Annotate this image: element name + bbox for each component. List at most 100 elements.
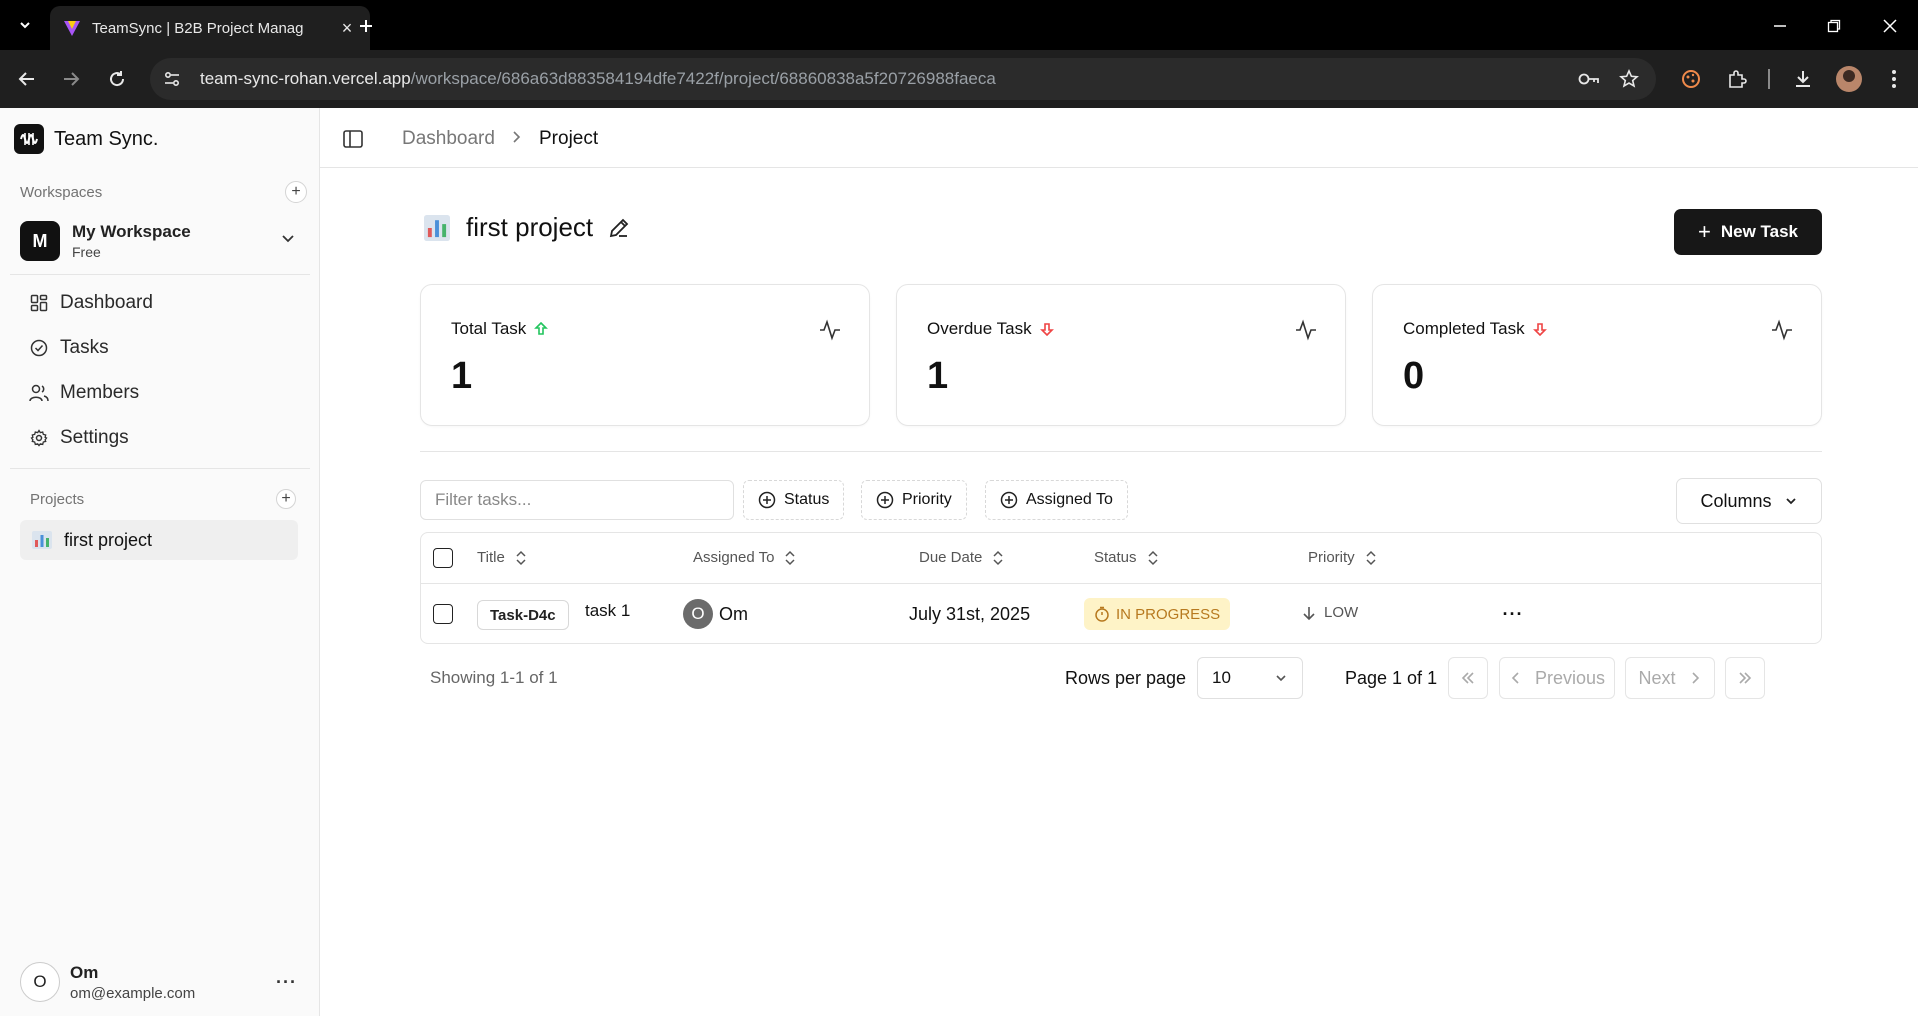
first-page-button[interactable] xyxy=(1448,657,1488,699)
sidebar-item-dashboard[interactable]: Dashboard xyxy=(28,285,308,321)
members-icon xyxy=(28,382,50,404)
stat-value: 1 xyxy=(927,355,949,397)
plus-circle-icon xyxy=(1000,491,1018,509)
more-horizontal-icon[interactable]: ··· xyxy=(276,972,297,993)
tasks-table: Title Assigned To Due Date Status Priori… xyxy=(420,532,1822,644)
browser-menu-icon[interactable] xyxy=(1879,64,1909,94)
restore-button[interactable] xyxy=(1820,12,1848,40)
table-row[interactable]: Task-D4c task 1 O Om July 31st, 2025 IN … xyxy=(421,584,1821,644)
column-header-status[interactable]: Status xyxy=(1094,549,1159,566)
user-email: om@example.com xyxy=(70,984,196,1002)
status-filter-button[interactable]: Status xyxy=(743,480,845,520)
password-key-icon[interactable] xyxy=(1572,62,1606,96)
assigned-to-filter-button[interactable]: Assigned To xyxy=(985,480,1128,520)
sidebar: Team Sync. Workspaces + M My Workspace F… xyxy=(0,108,320,1016)
priority-filter-button[interactable]: Priority xyxy=(861,480,967,520)
extensions-puzzle-icon[interactable] xyxy=(1722,64,1752,94)
status-badge: IN PROGRESS xyxy=(1084,598,1231,630)
select-all-checkbox[interactable] xyxy=(433,548,453,568)
columns-button[interactable]: Columns xyxy=(1676,478,1822,524)
downloads-icon[interactable] xyxy=(1788,64,1818,94)
sort-icon xyxy=(516,550,526,565)
sort-icon xyxy=(993,550,1003,565)
plus-icon: + xyxy=(281,490,291,507)
workspace-switcher[interactable]: M My Workspace Free xyxy=(16,216,306,266)
next-page-button[interactable]: Next xyxy=(1625,657,1715,699)
tab-search-button[interactable] xyxy=(8,10,42,40)
reload-button[interactable] xyxy=(102,64,132,94)
content-divider xyxy=(420,451,1822,452)
row-checkbox[interactable] xyxy=(433,604,453,624)
status-filter-label: Status xyxy=(784,491,830,508)
main-content: Dashboard Project first project + New Ta… xyxy=(320,108,1918,1016)
workspace-name: My Workspace xyxy=(72,222,191,241)
workspaces-label: Workspaces xyxy=(20,184,103,201)
minimize-button[interactable] xyxy=(1766,12,1794,40)
minimize-icon xyxy=(1774,25,1786,27)
activity-pulse-icon xyxy=(820,319,840,341)
cookie-extension-icon[interactable] xyxy=(1676,64,1706,94)
sidebar-project-first-project[interactable]: first project xyxy=(20,520,298,560)
column-header-title[interactable]: Title xyxy=(477,549,527,566)
stat-card-overdue: Overdue Task 1 xyxy=(896,284,1346,426)
tasks-icon xyxy=(28,337,50,359)
address-bar[interactable]: team-sync-rohan.vercel.app/workspace/686… xyxy=(150,58,1656,100)
new-task-button[interactable]: + New Task xyxy=(1674,209,1822,255)
site-info-icon[interactable] xyxy=(154,61,190,97)
breadcrumb-dashboard[interactable]: Dashboard xyxy=(402,128,495,150)
sidebar-item-members[interactable]: Members xyxy=(28,375,308,411)
brand[interactable]: Team Sync. xyxy=(14,124,158,154)
column-header-due-date[interactable]: Due Date xyxy=(919,549,1004,566)
plus-circle-icon xyxy=(876,491,894,509)
stat-label: Total Task xyxy=(451,319,527,338)
sidebar-toggle-icon[interactable] xyxy=(342,128,364,150)
filter-tasks-input[interactable] xyxy=(420,480,734,520)
browser-profile-avatar[interactable] xyxy=(1836,66,1862,92)
priority-filter-label: Priority xyxy=(902,491,952,508)
task-title[interactable]: task 1 xyxy=(585,601,630,621)
add-project-button[interactable]: + xyxy=(276,489,296,509)
edit-pencil-icon[interactable] xyxy=(607,216,631,240)
brand-logo-icon xyxy=(14,124,44,154)
user-name: Om xyxy=(70,962,99,982)
browser-tab[interactable]: TeamSync | B2B Project Manag × xyxy=(50,6,370,50)
forward-button[interactable] xyxy=(56,64,86,94)
workspace-avatar: M xyxy=(20,221,60,261)
sidebar-item-label: Members xyxy=(60,382,140,403)
stat-value: 0 xyxy=(1403,355,1425,397)
row-actions-button[interactable]: ··· xyxy=(1498,599,1528,629)
back-button[interactable] xyxy=(12,64,42,94)
task-due-date: July 31st, 2025 xyxy=(909,604,1031,624)
tab-title: TeamSync | B2B Project Manag xyxy=(92,19,304,37)
task-code-badge: Task-D4c xyxy=(477,600,569,630)
last-page-button[interactable] xyxy=(1725,657,1765,699)
rows-per-page-select[interactable]: 10 xyxy=(1197,657,1303,699)
stat-label: Completed Task xyxy=(1403,319,1525,338)
previous-label: Previous xyxy=(1534,667,1606,688)
rows-per-page-label: Rows per page xyxy=(1065,668,1187,688)
page-header: Dashboard Project xyxy=(320,108,1918,168)
previous-page-button[interactable]: Previous xyxy=(1499,657,1615,699)
sidebar-item-tasks[interactable]: Tasks xyxy=(28,330,308,366)
column-header-priority[interactable]: Priority xyxy=(1308,549,1377,566)
browser-tab-bar: TeamSync | B2B Project Manag × xyxy=(0,0,1918,50)
page-indicator: Page 1 of 1 xyxy=(1345,668,1438,688)
arrow-right-icon xyxy=(64,72,80,86)
user-menu[interactable]: O Om om@example.com ··· xyxy=(20,960,310,1004)
chevrons-right-icon xyxy=(1739,672,1752,684)
bookmark-star-icon[interactable] xyxy=(1612,62,1646,96)
column-header-assigned-to[interactable]: Assigned To xyxy=(693,549,796,566)
breadcrumb-current: Project xyxy=(539,128,599,149)
activity-pulse-icon xyxy=(1772,319,1792,341)
sidebar-item-settings[interactable]: Settings xyxy=(28,420,308,456)
bar-chart-emoji-icon xyxy=(424,214,450,241)
browser-toolbar: team-sync-rohan.vercel.app/workspace/686… xyxy=(0,50,1918,108)
arrow-left-icon xyxy=(18,72,34,86)
close-window-button[interactable] xyxy=(1876,12,1904,40)
rows-per-page-value: 10 xyxy=(1212,668,1231,687)
more-horizontal-icon: ··· xyxy=(1502,603,1524,624)
new-tab-button[interactable] xyxy=(352,12,380,40)
stat-label: Overdue Task xyxy=(927,319,1032,338)
add-workspace-button[interactable]: + xyxy=(285,181,307,203)
arrow-down-icon xyxy=(1039,323,1054,336)
